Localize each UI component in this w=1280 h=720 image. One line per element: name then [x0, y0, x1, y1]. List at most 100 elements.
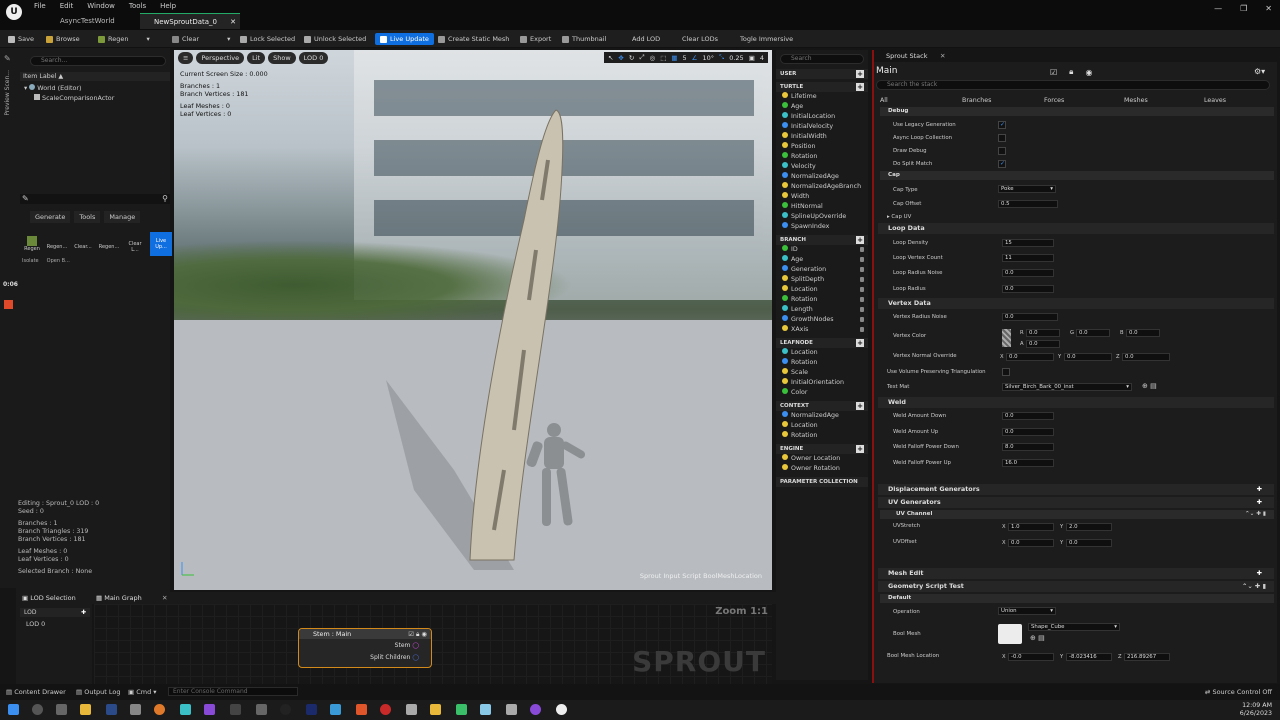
regen-2-tool-button[interactable]: Regen... [46, 238, 68, 250]
perspective-button[interactable]: Perspective [196, 52, 245, 64]
pin-group-header[interactable]: PARAMETER COLLECTION [776, 477, 868, 487]
reorder-icon[interactable]: ⌃⌄ ✚ ▮ [1245, 510, 1266, 519]
tab-branches[interactable]: Branches [962, 97, 991, 104]
node-pin-split-children[interactable]: Split Children ◯ [299, 652, 431, 664]
weld-amount-down-input[interactable]: 0.0 [1002, 412, 1054, 420]
thumbnail-button[interactable]: Thumbnail [562, 33, 606, 45]
pin-item[interactable]: Rotation [776, 295, 868, 305]
vertex-radius-noise-input[interactable]: 0.0 [1002, 313, 1058, 321]
loop-vertex-count-input[interactable]: 11 [1002, 254, 1054, 262]
browse-asset-icon[interactable]: ⊕ ▤ [1142, 382, 1157, 390]
section-geometry-script-test[interactable]: Geometry Script Test ⌃⌄ ✚ ▮ [878, 581, 1274, 592]
checkbox-icon[interactable]: ☑ [1050, 68, 1057, 77]
chevron-down-icon[interactable]: ▾ [227, 35, 230, 43]
live-update-button[interactable]: Live Update [375, 33, 434, 45]
use-volume-preserving-checkbox[interactable] [1002, 368, 1010, 376]
node-toggle-icons[interactable]: ☑ 🔒︎ ◉ [408, 629, 427, 639]
camera-speed-value[interactable]: 4 [760, 54, 764, 62]
pin-group-header[interactable]: LEAFNODE + [776, 338, 868, 348]
stem-main-node[interactable]: Stem : Main ☑ 🔒︎ ◉ Stem ◯ Split Children … [298, 628, 432, 668]
export-button[interactable]: Export [520, 33, 551, 45]
lock-selected-button[interactable]: Lock Selected [240, 33, 295, 45]
section-loop-data[interactable]: Loop Data [878, 223, 1274, 234]
regen-tool-button[interactable]: Regen [22, 236, 42, 252]
vertex-normal-x[interactable]: 0.0 [1006, 353, 1054, 361]
regen-button[interactable]: Regen ▾ [98, 33, 150, 45]
record-icon[interactable] [4, 300, 13, 309]
weld-amount-up-input[interactable]: 0.0 [1002, 428, 1054, 436]
tab-manage[interactable]: Manage [104, 211, 141, 223]
pin-item[interactable]: Velocity [776, 162, 868, 172]
tab-lod-selection[interactable]: ▣ LOD Selection [22, 594, 76, 602]
tab-leaves[interactable]: Leaves [1204, 97, 1226, 104]
pin-item[interactable]: SpawnIndex [776, 222, 868, 232]
grid-snap-value[interactable]: 5 [683, 54, 687, 62]
pin-item[interactable]: Rotation [776, 152, 868, 162]
pin-item[interactable]: ID [776, 245, 868, 255]
vertex-normal-z[interactable]: 0.0 [1122, 353, 1170, 361]
show-button[interactable]: Show [268, 52, 296, 64]
tab-tools[interactable]: Tools [74, 211, 101, 223]
bool-mesh-thumbnail[interactable] [998, 624, 1022, 644]
loop-density-input[interactable]: 15 [1002, 239, 1054, 247]
weld-falloff-up-input[interactable]: 16.0 [1002, 459, 1054, 467]
operation-select[interactable]: Union ▾ [998, 607, 1056, 615]
save-button[interactable]: Save [8, 33, 34, 45]
lit-button[interactable]: Lit [247, 52, 266, 64]
node-pin-stem[interactable]: Stem ◯ [299, 639, 431, 652]
pin-item[interactable]: NormalizedAge [776, 411, 868, 421]
console-input[interactable]: Enter Console Command [168, 687, 298, 696]
prop-cap-uv[interactable]: ▸ Cap UV [887, 214, 911, 220]
app-icon[interactable] [456, 704, 467, 715]
minimize-icon[interactable]: — [1214, 4, 1222, 13]
viewport[interactable]: ≡ Perspective Lit Show LOD 0 Current Scr… [174, 50, 772, 590]
vertex-color-b[interactable]: 0.0 [1126, 329, 1160, 337]
add-pin-icon[interactable]: + [856, 445, 864, 453]
pin-group-header[interactable]: CONTEXT + [776, 401, 868, 411]
cap-type-select[interactable]: Poke ▾ [998, 185, 1056, 193]
pin-item[interactable]: InitialVelocity [776, 122, 868, 132]
pin-item[interactable]: Width [776, 192, 868, 202]
viewport-menu-button[interactable]: ≡ [178, 52, 194, 64]
add-icon[interactable]: ✚ [1257, 484, 1262, 495]
surface-snap-icon[interactable]: ⬚ [660, 54, 666, 62]
color-swatch[interactable] [1002, 329, 1011, 347]
app-icon[interactable] [406, 704, 417, 715]
section-cap[interactable]: Cap [880, 171, 1274, 180]
uv-offset-x[interactable]: 0.0 [1008, 539, 1054, 547]
pin-item[interactable]: Age [776, 102, 868, 112]
pin-item[interactable]: XAxis [776, 325, 868, 335]
pin-item[interactable]: Rotation [776, 431, 868, 441]
pin-search-input[interactable]: Search [780, 54, 864, 64]
stack-search-input[interactable]: Search the stack [876, 80, 1270, 90]
pin-group-header[interactable]: BRANCH + [776, 235, 868, 245]
section-uv-generators[interactable]: UV Generators ✚ [878, 497, 1274, 508]
content-drawer-button[interactable]: ▤ Content Drawer [6, 688, 66, 696]
close-icon[interactable]: ✕ [940, 52, 945, 60]
app-icon[interactable] [256, 704, 267, 715]
browse-asset-icon[interactable]: ⊕ ▤ [1030, 634, 1045, 642]
grid-snap-icon[interactable]: ▦ [671, 54, 677, 62]
close-icon[interactable]: ✕ [230, 14, 236, 30]
bool-mesh-select[interactable]: Shape_Cube ▾ [1028, 623, 1120, 631]
vertex-color-r[interactable]: 0.0 [1026, 329, 1060, 337]
pin-group-header[interactable]: USER + [776, 69, 868, 79]
angle-snap-value[interactable]: 10° [702, 54, 714, 62]
pin-item[interactable]: InitialLocation [776, 112, 868, 122]
search-icon[interactable] [32, 704, 43, 715]
scale-snap-icon[interactable]: ⤡ [719, 53, 724, 62]
add-lod-icon[interactable]: ✚ [81, 608, 86, 617]
cmd-button[interactable]: ▣ Cmd ▾ [128, 688, 157, 696]
firefox-icon[interactable] [154, 704, 165, 715]
add-pin-icon[interactable]: + [856, 83, 864, 91]
tab-generate[interactable]: Generate [30, 211, 71, 223]
scale-icon[interactable]: ⤢ [639, 53, 644, 62]
bool-mesh-location-y[interactable]: -8.023416 [1066, 653, 1112, 661]
settings-gear-icon[interactable]: ⚙▾ [1254, 67, 1265, 76]
add-lod-button[interactable]: Add LOD [632, 33, 660, 45]
close-icon[interactable]: ✕ [162, 594, 167, 602]
photoshop-icon[interactable] [306, 704, 317, 715]
lod-button[interactable]: LOD 0 [298, 52, 329, 64]
pin-item[interactable]: Generation [776, 265, 868, 275]
pin-group-header[interactable]: TURTLE + [776, 82, 868, 92]
